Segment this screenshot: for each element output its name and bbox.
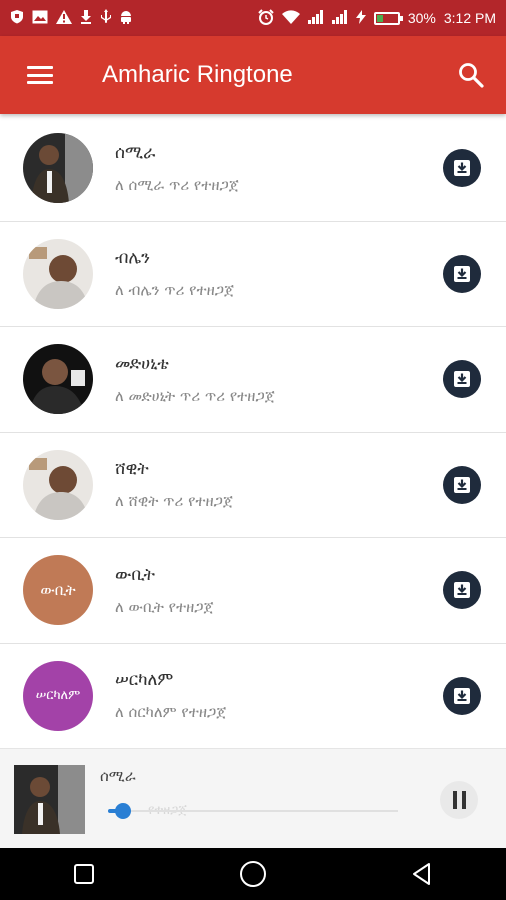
list-item[interactable]: ብሌን ለ ብሌን ጥሪ የተዘጋጀ <box>0 222 506 327</box>
ringtone-subtitle: ለ መድሀኒት ጥሪ ጥሪ የተዘጋጀ <box>115 386 275 405</box>
image-icon <box>32 10 48 27</box>
avatar: ሠርካለም <box>23 660 93 731</box>
download-button[interactable] <box>443 360 481 399</box>
mini-player: ሰሚራ የተዘጋጀ <box>0 748 506 848</box>
back-icon <box>412 863 430 885</box>
list-item[interactable]: ሸዊት ለ ሸዊት ጥሪ የተዘጋጀ <box>0 433 506 538</box>
wifi-icon <box>281 9 300 27</box>
download-icon <box>454 476 470 493</box>
recent-apps-icon <box>74 864 95 884</box>
seek-bar[interactable] <box>108 810 398 812</box>
item-text: ሸዊት ለ ሸዊት ጥሪ የተዘጋጀ <box>115 459 443 510</box>
avatar: ውቢት <box>23 555 93 626</box>
signal-icon <box>331 9 348 27</box>
ringtone-title: ሠርካለም <box>115 670 174 691</box>
system-nav-bar <box>0 848 506 900</box>
charging-icon <box>355 9 366 27</box>
download-icon <box>454 582 470 599</box>
back-button[interactable] <box>392 848 452 900</box>
avatar-text: ውቢት <box>40 581 76 600</box>
list-item[interactable]: ሠርካለም ሠርካለም ለ ሰርካለም የተዘጋጀ <box>0 644 506 749</box>
avatar-text: ሠርካለም <box>35 688 81 704</box>
list-item[interactable]: ውቢት ውቢት ለ ውቢት የተዘጋጀ <box>0 538 506 644</box>
item-text: ብሌን ለ ብሌን ጥሪ የተዘጋጀ <box>115 248 443 299</box>
battery-icon <box>373 11 403 25</box>
ringtone-list: ሰሚራ ለ ሰሚራ ጥሪ የተዘጋጀ ብሌን ለ ብሌን ጥሪ የተዘጋጀ መድ… <box>0 116 506 749</box>
ringtone-title: ብሌን <box>115 248 151 269</box>
status-left-icons <box>10 9 132 27</box>
ringtone-title: ሰሚራ <box>115 142 156 163</box>
ringtone-title: መድሀኒቴ <box>115 353 169 374</box>
item-text: ውቢት ለ ውቢት የተዘጋጀ <box>115 565 443 616</box>
item-text: ሠርካለም ለ ሰርካለም የተዘጋጀ <box>115 670 443 721</box>
download-button[interactable] <box>443 254 481 293</box>
item-text: ሰሚራ ለ ሰሚራ ጥሪ የተዘጋጀ <box>115 143 443 194</box>
download-icon <box>454 160 470 177</box>
avatar <box>23 133 93 204</box>
download-icon <box>454 687 470 704</box>
download-button[interactable] <box>443 149 481 188</box>
pause-button[interactable] <box>440 781 478 819</box>
ringtone-title: ውቢት <box>115 564 156 585</box>
ringtone-subtitle: ለ ውቢት የተዘጋጀ <box>115 597 214 616</box>
battery-percent: 30% <box>407 10 436 26</box>
signal-icon <box>307 9 324 27</box>
menu-button[interactable] <box>0 36 80 114</box>
ringtone-subtitle: ለ ሰርካለም የተዘጋጀ <box>115 703 227 722</box>
seek-thumb[interactable] <box>114 803 131 819</box>
avatar <box>23 344 93 415</box>
download-button[interactable] <box>443 676 481 715</box>
pause-icon <box>452 791 466 809</box>
ringtone-subtitle: ለ ሸዊት ጥሪ የተዘጋጀ <box>115 492 234 511</box>
status-right-icons: 30% 3:12 PM <box>258 8 496 28</box>
list-item[interactable]: ሰሚራ ለ ሰሚራ ጥሪ የተዘጋጀ <box>0 116 506 222</box>
status-bar: 30% 3:12 PM <box>0 0 506 36</box>
download-icon <box>80 9 92 27</box>
download-icon <box>454 371 470 388</box>
shield-icon <box>10 9 24 27</box>
home-button[interactable] <box>223 848 283 900</box>
search-button[interactable] <box>436 36 506 114</box>
home-icon <box>239 861 266 887</box>
ringtone-title: ሸዊት <box>115 459 149 480</box>
download-icon <box>454 265 470 282</box>
android-icon <box>120 10 132 27</box>
app-bar: Amharic Ringtone <box>0 36 506 114</box>
ringtone-subtitle: ለ ብሌን ጥሪ የተዘጋጀ <box>115 281 235 300</box>
list-item[interactable]: መድሀኒቴ ለ መድሀኒት ጥሪ ጥሪ የተዘጋጀ <box>0 327 506 433</box>
status-time: 3:12 PM <box>443 10 496 26</box>
download-button[interactable] <box>443 465 481 504</box>
download-button[interactable] <box>443 571 481 610</box>
alarm-icon <box>258 8 274 28</box>
avatar <box>23 449 93 520</box>
recent-apps-button[interactable] <box>54 848 114 900</box>
player-thumbnail[interactable] <box>14 765 85 834</box>
hamburger-icon <box>27 66 53 84</box>
item-text: መድሀኒቴ ለ መድሀኒት ጥሪ ጥሪ የተዘጋጀ <box>115 354 443 405</box>
search-icon <box>459 63 484 88</box>
player-title: ሰሚራ <box>100 767 136 785</box>
warning-icon <box>56 9 72 27</box>
avatar <box>23 238 93 309</box>
ringtone-subtitle: ለ ሰሚራ ጥሪ የተዘጋጀ <box>115 175 239 194</box>
usb-icon <box>100 9 112 27</box>
app-title: Amharic Ringtone <box>102 61 293 88</box>
